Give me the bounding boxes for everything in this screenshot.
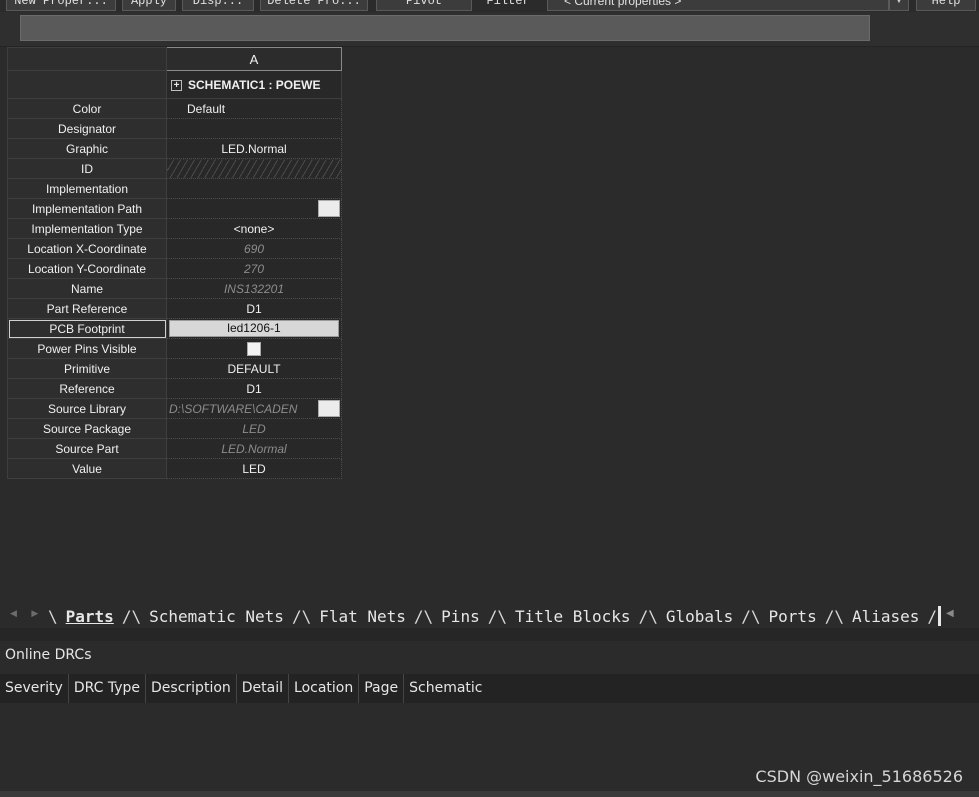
prop-value-readonly [166, 158, 342, 179]
prop-name[interactable]: Part Reference [7, 298, 167, 319]
filter-select[interactable]: < Current properties > [547, 0, 889, 11]
prop-name[interactable]: Primitive [7, 358, 167, 379]
sheet-tabs: \ Parts /\ Schematic Nets /\ Flat Nets /… [48, 604, 937, 628]
prop-value[interactable] [166, 178, 342, 199]
tab-scrollbar-thumb[interactable] [938, 606, 941, 626]
tab-flat-nets[interactable]: Flat Nets [311, 606, 414, 628]
watermark: CSDN @weixin_51686526 [755, 767, 963, 786]
formula-input[interactable] [20, 15, 870, 41]
prop-name[interactable]: Implementation Type [7, 218, 167, 239]
prop-value-editing[interactable]: led1206-1 [166, 318, 342, 339]
prop-value[interactable]: LED.Normal [166, 138, 342, 159]
part-header[interactable]: + SCHEMATIC1 : POEWE [166, 70, 342, 99]
tab-scroll-arrows-icon[interactable]: ◀ ▶ [10, 608, 44, 619]
prop-value[interactable]: D1 [166, 378, 342, 399]
prop-value[interactable]: 690 [166, 238, 342, 259]
sheet-tab-bar: ◀ ▶ \ Parts /\ Schematic Nets /\ Flat Ne… [0, 604, 979, 628]
prop-value[interactable]: LED [166, 458, 342, 479]
help-button[interactable]: Help [916, 0, 976, 11]
prop-name[interactable]: Location X-Coordinate [7, 238, 167, 259]
property-grid: A + SCHEMATIC1 : POEWE Color Default Desi… [7, 47, 342, 479]
apply-button[interactable]: Apply [122, 0, 176, 11]
tab-separator: /\ [121, 607, 142, 626]
prop-value[interactable]: LED.Normal [166, 438, 342, 459]
drc-col-severity[interactable]: Severity [0, 674, 69, 703]
tab-title-blocks[interactable]: Title Blocks [507, 606, 639, 628]
display-button[interactable]: Disp... [182, 0, 254, 11]
prop-name[interactable]: Implementation Path [7, 198, 167, 219]
drc-col-drc-type[interactable]: DRC Type [69, 674, 147, 703]
filter-label: Filter [486, 0, 530, 8]
prop-name-selected[interactable]: PCB Footprint [7, 318, 167, 339]
tab-separator: /\ [638, 607, 658, 626]
prop-value[interactable]: <none> [166, 218, 342, 239]
prop-name[interactable]: Designator [7, 118, 167, 139]
drc-col-page[interactable]: Page [359, 674, 405, 703]
prop-name[interactable]: Implementation [7, 178, 167, 199]
prop-name[interactable]: Source Library [7, 398, 167, 419]
row-header-blank [7, 70, 167, 99]
chevron-down-icon[interactable]: ▼ [889, 0, 909, 11]
tab-schematic-nets[interactable]: Schematic Nets [141, 606, 292, 628]
prop-value[interactable]: LED [166, 418, 342, 439]
tab-separator: / [927, 607, 938, 626]
pivot-button[interactable]: Pivot [376, 0, 472, 11]
prop-name[interactable]: Color [7, 98, 167, 119]
power-pins-checkbox[interactable] [247, 341, 261, 356]
tab-separator: /\ [487, 607, 507, 626]
drc-table-header: Severity DRC Type Description Detail Loc… [0, 674, 979, 703]
prop-name[interactable]: Location Y-Coordinate [7, 258, 167, 279]
tab-globals[interactable]: Globals [658, 606, 741, 628]
expand-icon[interactable]: + [171, 79, 182, 91]
prop-name[interactable]: Reference [7, 378, 167, 399]
new-property-button[interactable]: New Proper... [6, 0, 116, 11]
prop-name[interactable]: Value [7, 458, 167, 479]
tab-separator: /\ [824, 607, 844, 626]
tab-aliases[interactable]: Aliases [844, 606, 927, 628]
part-name: SCHEMATIC1 : POEWE [188, 77, 321, 92]
drc-col-location[interactable]: Location [289, 674, 360, 703]
tab-separator: /\ [291, 607, 312, 626]
tab-separator: \ [48, 607, 58, 626]
tab-parts[interactable]: Parts [58, 606, 122, 628]
grid-corner[interactable] [7, 47, 167, 71]
drc-col-description[interactable]: Description [146, 674, 237, 703]
prop-name[interactable]: Source Part [7, 438, 167, 459]
delete-property-button[interactable]: Delete Pro... [260, 0, 368, 11]
panel-splitter[interactable] [0, 628, 979, 641]
drc-col-schematic[interactable]: Schematic [404, 674, 487, 703]
prop-value[interactable] [166, 338, 342, 359]
column-header[interactable]: A [166, 47, 342, 71]
drc-panel-title: Online DRCs [5, 647, 92, 663]
tab-separator: /\ [413, 607, 434, 626]
prop-value[interactable] [166, 198, 342, 219]
prop-name[interactable]: Graphic [7, 138, 167, 159]
prop-value[interactable]: DEFAULT [166, 358, 342, 379]
prop-name[interactable]: ID [7, 158, 167, 179]
prop-value[interactable]: D1 [166, 298, 342, 319]
scroll-left-icon[interactable]: ◀ [946, 608, 954, 619]
prop-name[interactable]: Source Package [7, 418, 167, 439]
browse-button[interactable] [318, 400, 340, 417]
prop-value[interactable]: INS132201 [166, 278, 342, 299]
bottom-strip [0, 791, 979, 797]
browse-button[interactable] [318, 200, 340, 217]
prop-value[interactable] [166, 118, 342, 139]
prop-value[interactable]: Default [166, 98, 342, 119]
pcb-footprint-input[interactable]: led1206-1 [169, 320, 339, 337]
formula-row [0, 12, 979, 47]
prop-value[interactable]: 270 [166, 258, 342, 279]
prop-name[interactable]: Name [7, 278, 167, 299]
tab-separator: /\ [741, 607, 761, 626]
tab-ports[interactable]: Ports [761, 606, 825, 628]
tab-pins[interactable]: Pins [433, 606, 488, 628]
prop-value[interactable]: D:\SOFTWARE\CADEN [166, 398, 342, 419]
toolbar: New Proper... Apply Disp... Delete Pro..… [0, 0, 979, 12]
source-library-path: D:\SOFTWARE\CADEN [169, 401, 298, 416]
prop-name[interactable]: Power Pins Visible [7, 338, 167, 359]
drc-col-detail[interactable]: Detail [237, 674, 290, 703]
